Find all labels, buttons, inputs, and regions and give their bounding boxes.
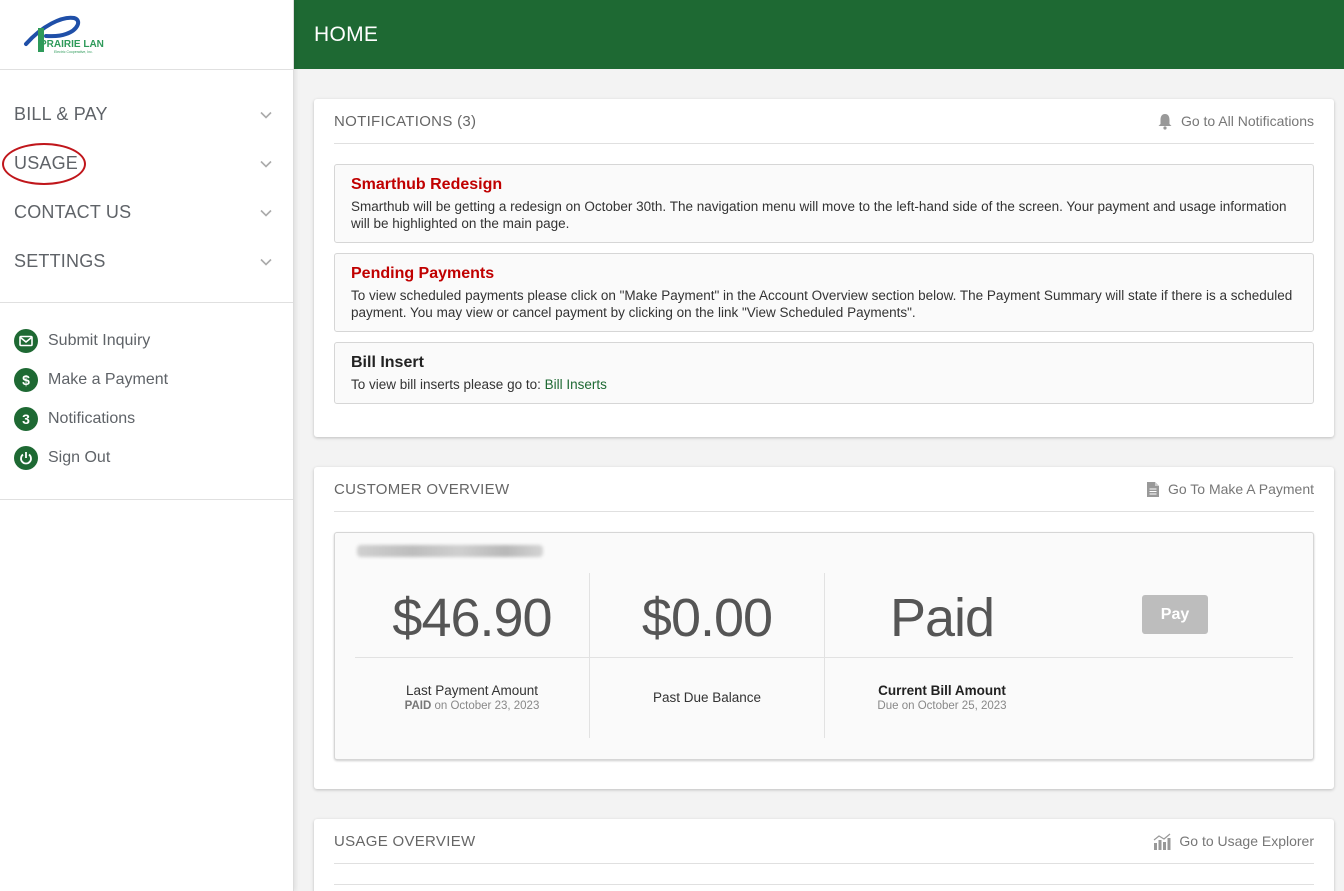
notification-text: Smarthub will be getting a redesign on O… <box>351 199 1287 231</box>
paid-status: PAID <box>404 700 432 712</box>
notification-item: Smarthub Redesign Smarthub will be getti… <box>334 164 1314 243</box>
prairie-land-logo[interactable]: PRAIRIE LAND Electric Cooperative, Inc. <box>22 14 104 56</box>
quick-link-submit-inquiry[interactable]: Submit Inquiry <box>0 321 293 360</box>
quick-link-label: Submit Inquiry <box>48 331 151 349</box>
quick-link-label: Make a Payment <box>48 370 169 388</box>
quick-link-notifications[interactable]: 3 Notifications <box>0 399 293 438</box>
nav-label: CONTACT US <box>14 202 132 222</box>
bill-inserts-link[interactable]: Bill Inserts <box>545 377 607 392</box>
link-label: Go to Usage Explorer <box>1179 833 1314 849</box>
past-due-column: $0.00 Past Due Balance <box>590 573 824 738</box>
current-bill-label: Current Bill Amount <box>878 683 1006 698</box>
nav-label: USAGE <box>2 143 86 185</box>
customer-overview-card: CUSTOMER OVERVIEW Go To Make A Payment $… <box>314 467 1334 789</box>
nav-label-text: USAGE <box>14 153 79 173</box>
current-bill-status: Paid <box>889 588 995 648</box>
last-payment-label: Last Payment Amount <box>405 683 539 698</box>
nav-label: SETTINGS <box>14 251 106 271</box>
sidebar: PRAIRIE LAND Electric Cooperative, Inc. … <box>0 0 294 891</box>
logo-tagline: Electric Cooperative, Inc. <box>54 50 93 54</box>
nav-item-usage[interactable]: USAGE <box>0 139 293 188</box>
current-bill-column: Paid Current Bill Amount Due on October … <box>825 573 1059 738</box>
notification-text: To view bill inserts please go to: Bill … <box>351 376 1297 393</box>
card-header: CUSTOMER OVERVIEW Go To Make A Payment <box>334 467 1314 512</box>
dollar-icon: $ <box>14 367 38 392</box>
notification-list: Smarthub Redesign Smarthub will be getti… <box>314 144 1334 404</box>
logo-text: PRAIRIE LAND <box>40 39 104 50</box>
notification-title: Pending Payments <box>351 265 495 282</box>
logo-area: PRAIRIE LAND Electric Cooperative, Inc. <box>0 0 293 70</box>
power-icon <box>14 445 38 470</box>
nav-item-bill-pay[interactable]: BILL & PAY <box>0 90 293 139</box>
page-title: HOME <box>314 22 379 46</box>
bell-icon <box>1158 113 1172 130</box>
current-bill-due-date: Due on October 25, 2023 <box>877 700 1007 712</box>
last-payment-column: $46.90 Last Payment Amount PAID on Octob… <box>355 573 589 738</box>
last-payment-amount: $46.90 <box>392 588 552 648</box>
card-title: CUSTOMER OVERVIEW <box>334 480 510 498</box>
past-due-label: Past Due Balance <box>652 690 762 705</box>
notification-text-prefix: To view bill inserts please go to: <box>351 377 545 392</box>
page-header: HOME <box>294 0 1344 69</box>
main-nav: BILL & PAY USAGE CONTACT US SETTINGS <box>0 70 293 303</box>
divider <box>334 884 1314 885</box>
link-label: Go to All Notifications <box>1180 113 1314 129</box>
card-title: NOTIFICATIONS (3) <box>334 112 477 130</box>
quick-link-make-payment[interactable]: $ Make a Payment <box>0 360 293 399</box>
usage-chart-icon <box>1154 833 1171 850</box>
card-header: NOTIFICATIONS (3) Go to All Notification… <box>334 99 1314 144</box>
notification-count-icon: 3 <box>14 406 38 431</box>
quick-links: Submit Inquiry $ Make a Payment 3 Notifi… <box>0 303 293 500</box>
go-to-usage-explorer-link[interactable]: Go to Usage Explorer <box>1153 833 1314 850</box>
chevron-down-icon <box>260 258 272 266</box>
usage-overview-card: USAGE OVERVIEW Go to Usage Explorer <box>314 819 1334 891</box>
go-to-make-payment-link[interactable]: Go To Make A Payment <box>1146 481 1314 498</box>
document-icon <box>1146 481 1159 497</box>
notification-item: Bill Insert To view bill inserts please … <box>334 342 1314 404</box>
quick-link-sign-out[interactable]: Sign Out <box>0 438 293 477</box>
last-payment-date: PAID on October 23, 2023 <box>355 700 589 712</box>
link-label: Go To Make A Payment <box>1167 481 1314 497</box>
card-header: USAGE OVERVIEW Go to Usage Explorer <box>334 819 1314 864</box>
chevron-down-icon <box>260 111 272 119</box>
notification-title: Smarthub Redesign <box>351 176 503 193</box>
go-to-all-notifications-link[interactable]: Go to All Notifications <box>1157 113 1314 130</box>
nav-item-settings[interactable]: SETTINGS <box>0 237 293 286</box>
chevron-down-icon <box>260 209 272 217</box>
chevron-down-icon <box>260 160 272 168</box>
notification-title: Bill Insert <box>351 354 424 371</box>
nav-label: BILL & PAY <box>14 104 108 124</box>
envelope-icon <box>14 328 38 353</box>
quick-link-label: Notifications <box>48 409 136 427</box>
account-number-redacted <box>357 545 543 557</box>
pay-button[interactable]: Pay <box>1142 595 1208 634</box>
notifications-card: NOTIFICATIONS (3) Go to All Notification… <box>314 99 1334 437</box>
past-due-amount: $0.00 <box>641 588 773 648</box>
card-title: USAGE OVERVIEW <box>334 832 476 850</box>
account-summary-box: $46.90 Last Payment Amount PAID on Octob… <box>334 532 1314 760</box>
paid-date-text: on October 23, 2023 <box>434 700 540 712</box>
notification-text: To view scheduled payments please click … <box>351 288 1293 320</box>
quick-link-label: Sign Out <box>48 448 111 466</box>
notification-item: Pending Payments To view scheduled payme… <box>334 253 1314 332</box>
nav-item-contact-us[interactable]: CONTACT US <box>0 188 293 237</box>
